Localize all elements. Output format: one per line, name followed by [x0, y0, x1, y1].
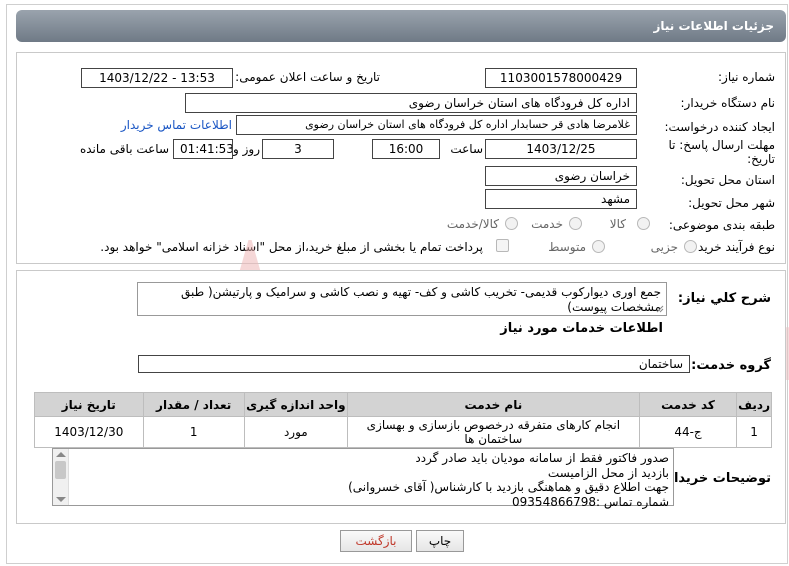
cell-unit: مورد — [243, 416, 348, 448]
services-table: ردیف کد خدمت نام خدمت واحد اندازه گیری ت… — [34, 392, 772, 448]
buyer-notes-textarea[interactable]: صدور فاکتور فقط از سامانه مودیان باید صا… — [52, 448, 674, 509]
creator-label: ایجاد کننده درخواست: — [664, 120, 775, 134]
notes-scrollbar[interactable] — [53, 449, 69, 505]
deadline-date-label: تاریخ: — [747, 152, 775, 166]
scroll-up-arrow-icon[interactable] — [56, 452, 66, 457]
service-group-label: گروه خدمت: — [691, 358, 771, 373]
col-header-service-name: نام خدمت — [346, 392, 640, 417]
col-header-row-number: ردیف — [736, 392, 772, 417]
city-field[interactable]: مشهد — [485, 189, 637, 209]
category-service-radio[interactable] — [569, 217, 582, 230]
buyer-contact-link[interactable]: اطلاعات تماس خریدار — [121, 118, 232, 132]
remaining-time-field[interactable]: 01:41:53 — [173, 139, 233, 159]
announce-datetime-label: تاریخ و ساعت اعلان عمومی: — [235, 70, 380, 84]
resize-grip-icon[interactable] — [656, 305, 664, 313]
cell-need-date: 1403/12/30 — [34, 416, 144, 448]
city-label: شهر محل تحویل: — [688, 196, 775, 210]
scroll-thumb[interactable] — [55, 461, 66, 479]
need-description-textarea[interactable]: جمع اوری دیوارکوب قدیمی- تخریب کاشی و کف… — [137, 282, 667, 316]
province-field[interactable]: خراسان رضوی — [485, 166, 637, 186]
treasury-payment-checkbox[interactable] — [496, 239, 509, 252]
scroll-down-arrow-icon[interactable] — [56, 497, 66, 502]
category-goods-service-label: کالا/خدمت — [446, 217, 499, 231]
col-header-quantity: تعداد / مقدار — [142, 392, 245, 417]
category-goods-service-radio[interactable] — [505, 217, 518, 230]
buyer-org-field[interactable]: اداره کل فرودگاه های استان خراسان رضوی — [185, 93, 637, 113]
need-number-label: شماره نیاز: — [718, 70, 775, 84]
cell-row-number: 1 — [736, 416, 772, 448]
back-button[interactable]: بازگشت — [340, 530, 412, 552]
cell-service-code: ج-44 — [638, 416, 738, 448]
notes-line: صدور فاکتور فقط از سامانه مودیان باید صا… — [415, 451, 669, 465]
print-button[interactable]: چاپ — [416, 530, 464, 552]
services-section-title: اطلاعات خدمات مورد نیاز — [500, 321, 663, 336]
need-number-field[interactable]: 1103001578000429 — [485, 68, 637, 88]
deadline-date-field[interactable]: 1403/12/25 — [485, 139, 637, 159]
deadline-time-label: ساعت — [450, 142, 483, 156]
buyer-notes-label: توضیحات خریدار: — [661, 471, 771, 486]
category-service-label: خدمت — [531, 217, 563, 231]
remaining-days-field[interactable]: 3 — [262, 139, 334, 159]
process-medium-radio[interactable] — [592, 240, 605, 253]
buyer-notes-text: صدور فاکتور فقط از سامانه مودیان باید صا… — [71, 451, 669, 509]
process-medium-label: متوسط — [548, 240, 586, 254]
notes-line: جهت اطلاع دقیق و هماهنگی بازدید با کارشن… — [348, 480, 669, 494]
page-header: جزئیات اطلاعات نیاز — [16, 10, 786, 42]
need-description-label: شرح كلي نياز: — [677, 291, 771, 306]
cell-service-name: انجام کارهای متفرقه درخصوص بازسازی و بهس… — [346, 416, 640, 448]
deadline-time-field[interactable]: 16:00 — [372, 139, 440, 159]
province-label: استان محل تحویل: — [680, 173, 775, 187]
category-goods-label: کالا — [609, 217, 626, 231]
col-header-service-code: کد خدمت — [638, 392, 738, 417]
cell-quantity: 1 — [142, 416, 245, 448]
table-header-row: ردیف کد خدمت نام خدمت واحد اندازه گیری ت… — [34, 392, 772, 417]
remaining-time-label: ساعت باقی مانده — [79, 142, 169, 156]
category-label: طبقه بندی موضوعی: — [668, 218, 775, 232]
notes-line: شماره تماس :09354866798 — [512, 494, 669, 509]
process-minor-radio[interactable] — [684, 240, 697, 253]
announce-datetime-field[interactable]: 1403/12/22 - 13:53 — [81, 68, 233, 88]
creator-field[interactable]: غلامرضا هادی قر حسابدار اداره کل فرودگاه… — [236, 115, 637, 135]
notes-line: بازدید از محل الزامیست — [547, 465, 669, 480]
table-row: 1 ج-44 انجام کارهای متفرقه درخصوص بازساز… — [34, 416, 772, 448]
service-group-field[interactable]: ساختمان — [138, 355, 690, 373]
col-header-unit: واحد اندازه گیری — [243, 392, 348, 417]
need-description-text: جمع اوری دیوارکوب قدیمی- تخریب کاشی و کف… — [181, 285, 661, 314]
treasury-payment-note: پرداخت تمام یا بخشی از مبلغ خرید،از محل … — [100, 240, 483, 254]
col-header-need-date: تاریخ نیاز — [34, 392, 144, 417]
remaining-days-label: روز و — [233, 142, 260, 156]
process-minor-label: جزیی — [650, 240, 678, 254]
deadline-label: مهلت ارسال پاسخ: تا — [668, 138, 775, 152]
process-type-label: نوع فرآیند خرید : — [690, 240, 775, 254]
buyer-org-label: نام دستگاه خریدار: — [680, 96, 776, 110]
category-goods-radio[interactable] — [637, 217, 650, 230]
